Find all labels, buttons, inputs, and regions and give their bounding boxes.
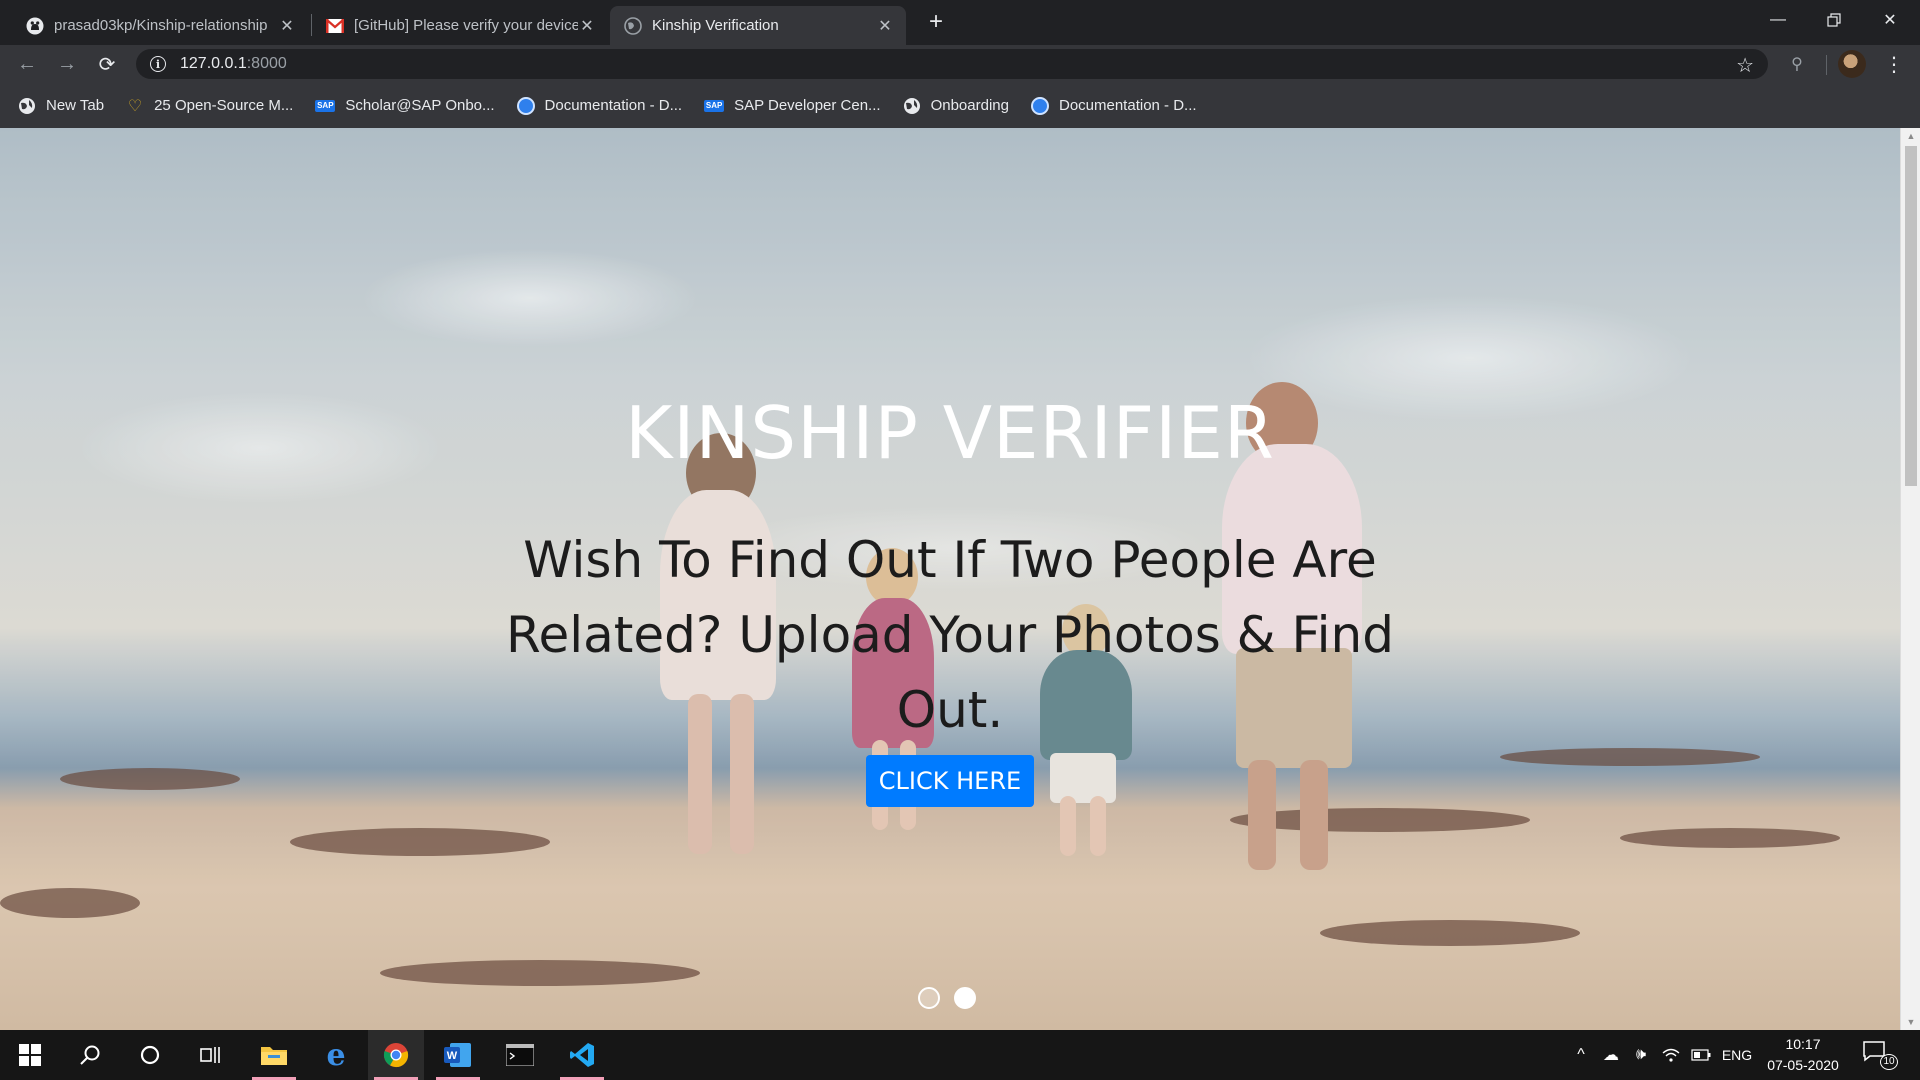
close-icon[interactable]: ✕ (578, 16, 596, 36)
more-menu-icon[interactable]: ⋮ (1880, 49, 1908, 79)
carousel-indicators (918, 987, 976, 1009)
minimize-icon[interactable]: — (1750, 0, 1806, 40)
globe-icon (903, 97, 921, 115)
click-here-button[interactable]: CLICK HERE (866, 755, 1034, 807)
volume-icon[interactable]: 🕪 (1628, 1030, 1654, 1080)
windows-taskbar: e W ^ ☁ 🕪 ENG 10:17 07-05-2020 10 (0, 1030, 1920, 1080)
task-view-icon[interactable] (182, 1030, 238, 1080)
bookmark-star-icon[interactable]: ☆ (1736, 53, 1754, 78)
scroll-down-icon[interactable]: ▼ (1901, 1014, 1920, 1030)
sap-icon: SAP (704, 99, 725, 112)
url-text: 127.0.0.1:8000 (180, 55, 287, 72)
heart-icon: ♡ (127, 97, 143, 115)
bookmark-item[interactable]: SAP SAP Developer Cen... (704, 97, 881, 114)
toolbar-divider (1826, 55, 1827, 75)
system-clock[interactable]: 10:17 07-05-2020 (1758, 1034, 1848, 1076)
carousel-dot-active[interactable] (954, 987, 976, 1009)
browser-tab-strip: prasad03kp/Kinship-relationship ✕ [GitHu… (0, 0, 1920, 45)
tab-github-verify-email[interactable]: [GitHub] Please verify your device ✕ (312, 6, 608, 45)
github-icon (26, 17, 44, 35)
globe-icon (18, 97, 36, 115)
chrome-icon[interactable] (368, 1030, 424, 1080)
notification-center-icon[interactable]: 10 (1862, 1040, 1898, 1070)
scroll-up-icon[interactable]: ▲ (1901, 128, 1920, 144)
carousel-dot[interactable] (918, 987, 940, 1009)
sap-icon: SAP (315, 99, 336, 112)
bookmark-item[interactable]: Documentation - D... (1030, 96, 1197, 115)
search-icon[interactable] (62, 1030, 118, 1080)
tab-kinship-verification[interactable]: Kinship Verification ✕ (610, 6, 906, 45)
edge-browser-icon[interactable]: e (308, 1030, 364, 1080)
restore-icon[interactable] (1806, 0, 1862, 40)
bookmark-item[interactable]: ♡ 25 Open-Source M... (126, 97, 293, 115)
tab-label: Kinship Verification (652, 17, 779, 34)
language-indicator[interactable]: ENG (1720, 1030, 1754, 1080)
chevron-up-icon[interactable]: ^ (1568, 1030, 1594, 1080)
page-viewport: KINSHIP VERIFIER Wish To Find Out If Two… (0, 128, 1920, 1030)
battery-icon[interactable] (1688, 1030, 1714, 1080)
scroll-thumb[interactable] (1905, 146, 1917, 486)
tab-label: [GitHub] Please verify your device (354, 17, 578, 34)
site-info-icon[interactable]: i (150, 56, 166, 72)
svg-text:W: W (447, 1050, 458, 1062)
doc-globe-icon (516, 96, 535, 115)
bookmark-item[interactable]: Documentation - D... (516, 96, 682, 115)
tab-github-repo[interactable]: prasad03kp/Kinship-relationship ✕ (12, 6, 308, 45)
extension-icon[interactable]: ⚲ (1784, 51, 1810, 77)
close-window-icon[interactable]: ✕ (1862, 0, 1918, 40)
globe-icon (624, 16, 642, 35)
bookmarks-bar: New Tab ♡ 25 Open-Source M... SAP Schola… (0, 83, 1920, 128)
close-icon[interactable]: ✕ (876, 16, 894, 36)
file-explorer-icon[interactable] (246, 1030, 302, 1080)
hero-title: KINSHIP VERIFIER (625, 391, 1275, 475)
bookmark-item[interactable]: SAP Scholar@SAP Onbo... (315, 97, 495, 114)
back-arrow-icon[interactable]: ← (12, 49, 42, 79)
close-icon[interactable]: ✕ (278, 16, 296, 36)
page-scrollbar[interactable]: ▲ ▼ (1900, 128, 1920, 1030)
hero-subtitle: Wish To Find Out If Two People Are Relat… (506, 531, 1394, 739)
gmail-icon (326, 17, 344, 35)
word-icon[interactable]: W (430, 1030, 486, 1080)
tab-label: prasad03kp/Kinship-relationship (54, 17, 268, 34)
vscode-icon[interactable] (554, 1030, 610, 1080)
cortana-icon[interactable] (122, 1030, 178, 1080)
doc-globe-icon (1030, 96, 1049, 115)
browser-toolbar: ← → ⟳ i 127.0.0.1:8000 ☆ ⚲ ⋮ (0, 45, 1920, 83)
address-bar[interactable]: i 127.0.0.1:8000 ☆ (136, 49, 1768, 79)
bookmark-item[interactable]: Onboarding (903, 97, 1009, 115)
notification-count-badge: 10 (1880, 1054, 1898, 1070)
terminal-icon[interactable] (492, 1030, 548, 1080)
new-tab-button[interactable]: + (922, 8, 950, 36)
bookmark-item[interactable]: New Tab (18, 97, 104, 115)
cloud-icon[interactable]: ☁ (1598, 1030, 1624, 1080)
forward-arrow-icon[interactable]: → (52, 49, 82, 79)
wifi-icon[interactable] (1658, 1030, 1684, 1080)
windows-start-icon[interactable] (2, 1030, 58, 1080)
reload-icon[interactable]: ⟳ (92, 49, 122, 79)
profile-avatar[interactable] (1838, 50, 1866, 78)
